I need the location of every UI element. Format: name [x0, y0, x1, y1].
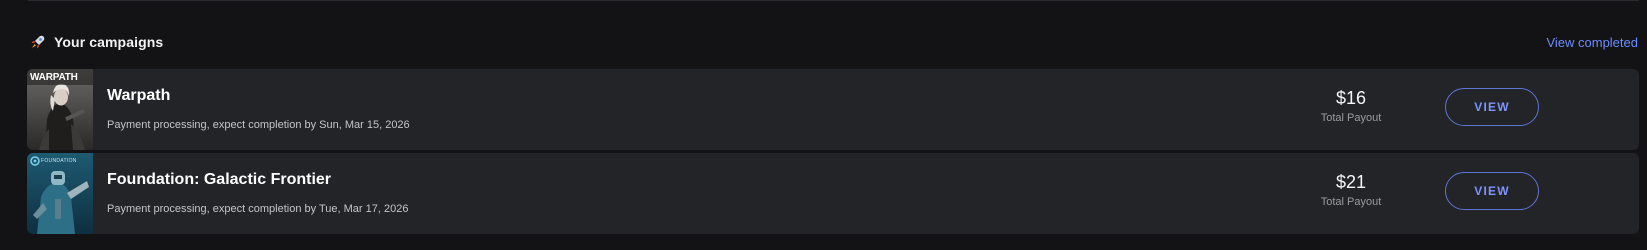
payout-block: $21 Total Payout — [1297, 171, 1405, 208]
payout-block: $16 Total Payout — [1297, 87, 1405, 124]
campaign-card: WARPATH Warpath Payment processing, expe… — [27, 69, 1639, 150]
view-button[interactable]: VIEW — [1445, 172, 1539, 210]
campaign-status: Payment processing, expect completion by… — [107, 119, 410, 131]
top-divider — [28, 0, 1639, 1]
foundation-cover-image: FOUNDATION — [27, 153, 93, 234]
payout-label: Total Payout — [1320, 112, 1382, 124]
view-completed-link[interactable]: View completed — [1546, 35, 1638, 50]
payout-amount: $16 — [1335, 88, 1367, 108]
payout-label: Total Payout — [1320, 196, 1382, 208]
thumbnail-logo-text: WARPATH — [30, 72, 78, 83]
view-button[interactable]: VIEW — [1445, 88, 1539, 126]
campaign-status: Payment processing, expect completion by… — [107, 203, 409, 215]
campaigns-page: Your campaigns View completed WARPATH Wa… — [0, 0, 1647, 250]
section-title: Your campaigns — [54, 34, 164, 50]
campaign-name: Warpath — [107, 87, 171, 104]
warpath-cover-image: WARPATH — [27, 69, 93, 150]
campaign-card: FOUNDATION Foundation: Galactic Frontier… — [27, 153, 1639, 234]
payout-amount: $21 — [1335, 172, 1367, 192]
section-header: Your campaigns — [30, 34, 163, 50]
campaign-name: Foundation: Galactic Frontier — [107, 171, 332, 188]
rocket-icon — [30, 34, 46, 50]
thumbnail-logo-text: FOUNDATION — [41, 158, 77, 164]
